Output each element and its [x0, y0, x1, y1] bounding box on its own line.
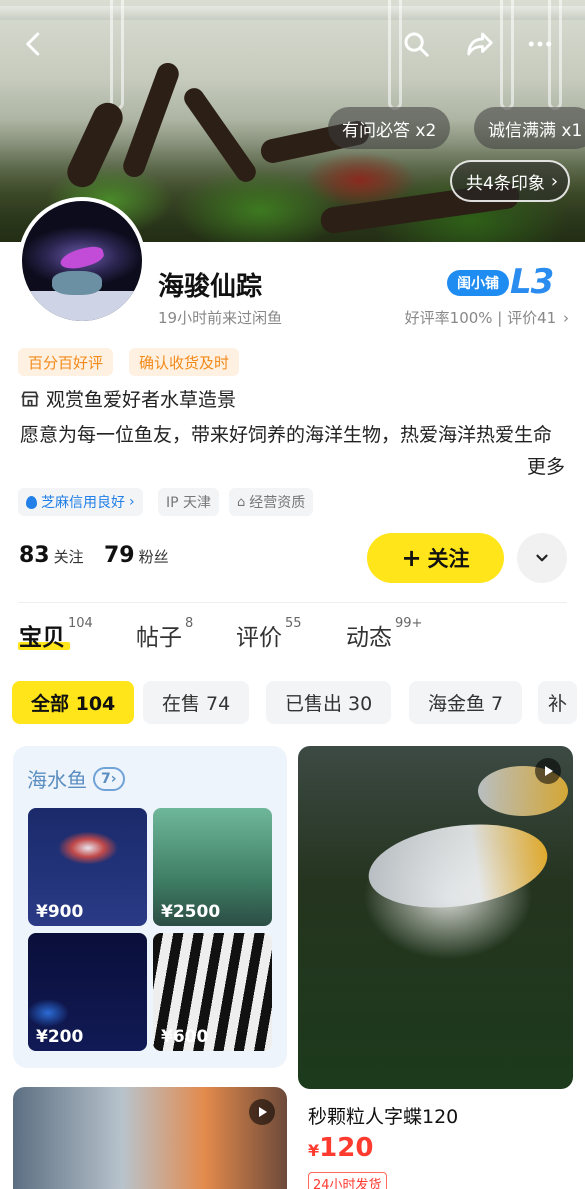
- tank-pipe: [500, 0, 514, 110]
- tab-label: 动态: [346, 625, 392, 651]
- tab-items[interactable]: 宝贝 104: [19, 616, 93, 652]
- collection-count-value: 7: [101, 770, 111, 787]
- chevron-down-icon: [536, 554, 548, 562]
- following-stat[interactable]: 83 关注: [19, 543, 84, 568]
- impression-chip[interactable]: 诚信满满 x1: [474, 107, 585, 149]
- chevron-right-icon: ›: [550, 170, 559, 192]
- fish-shape: [363, 813, 553, 919]
- filter-sea-goldfish[interactable]: 海金鱼 7: [409, 681, 523, 724]
- collection-title: 海水鱼: [27, 768, 87, 792]
- followers-label: 粉丝: [138, 548, 169, 566]
- product-image[interactable]: [298, 746, 573, 1089]
- intro-title-text: 观赏鱼爱好者水草造景: [46, 389, 237, 411]
- tab-label: 评价: [236, 625, 282, 651]
- collection-card[interactable]: 海水鱼 7 › ¥900 ¥2500 ¥200 ¥600: [13, 746, 287, 1068]
- filter-on-sale[interactable]: 在售 74: [143, 681, 250, 724]
- chevron-right-icon: ›: [129, 494, 135, 510]
- shop-name: 海骏仙踪: [158, 272, 263, 302]
- shop-level-badge[interactable]: L3: [510, 262, 554, 302]
- collection-item[interactable]: ¥600: [153, 933, 272, 1051]
- filter-more[interactable]: 补: [538, 681, 578, 724]
- item-price: ¥200: [36, 1027, 84, 1047]
- impressions-button[interactable]: 共4条印象 ›: [450, 160, 571, 202]
- avatar-image: [22, 201, 142, 321]
- price-value: 120: [319, 1133, 374, 1163]
- following-count: 83: [19, 543, 50, 568]
- video-play-icon: [535, 758, 561, 784]
- store-icon: ⌂: [237, 494, 246, 510]
- shop-intro-body: 愿意为每一位鱼友，带来好饲养的海洋生物，热爱海洋热爱生命: [20, 424, 553, 446]
- item-price: ¥600: [161, 1027, 209, 1047]
- tank-frame: [0, 6, 585, 20]
- shop-badge[interactable]: 闺小铺: [447, 270, 509, 296]
- divider: [18, 602, 567, 603]
- shop-tag: 百分百好评: [18, 348, 114, 376]
- follow-button-label: 关注: [427, 547, 470, 571]
- intro-more-link[interactable]: 更多: [527, 452, 565, 479]
- expand-button[interactable]: [517, 533, 567, 583]
- more-dots-icon[interactable]: [522, 26, 558, 62]
- back-arrow-icon[interactable]: [16, 26, 52, 62]
- chevron-right-icon: ›: [110, 770, 117, 787]
- filter-sold[interactable]: 已售出 30: [266, 681, 392, 724]
- tab-label: 帖子: [136, 625, 182, 651]
- sesame-credit-label: 芝麻信用良好: [41, 495, 125, 511]
- video-play-icon: [249, 1099, 275, 1125]
- shop-tag: 确认收货及时: [129, 348, 240, 376]
- followers-count: 79: [104, 543, 135, 568]
- item-price: ¥2500: [161, 902, 221, 922]
- tab-count: 8: [185, 616, 194, 631]
- shop-avatar[interactable]: [18, 197, 146, 325]
- tab-count: 99+: [395, 616, 423, 631]
- follow-button[interactable]: + 关注: [367, 533, 504, 583]
- tab-posts[interactable]: 帖子 8: [136, 616, 194, 652]
- product-title[interactable]: 秒颗粒人字蝶120: [308, 1102, 458, 1129]
- shipping-tag: 24小时发货: [308, 1172, 387, 1189]
- share-icon[interactable]: [462, 26, 498, 62]
- collection-count: 7 ›: [93, 766, 125, 791]
- ip-location-chip: IP 天津: [158, 488, 220, 516]
- tab-label: 宝贝: [19, 625, 65, 651]
- impressions-label: 共4条印象: [466, 173, 545, 194]
- filter-all[interactable]: 全部 104: [12, 681, 135, 724]
- last-seen-text: 19小时前来过闲鱼: [158, 309, 283, 327]
- business-qualification-chip[interactable]: ⌂ 经营资质: [229, 488, 314, 516]
- store-icon: [21, 391, 39, 406]
- collection-item[interactable]: ¥900: [28, 808, 147, 926]
- tab-count: 104: [68, 616, 93, 631]
- price-currency: ¥: [308, 1141, 320, 1160]
- product-price: ¥ 120: [308, 1133, 373, 1163]
- sesame-credit-chip[interactable]: 芝麻信用良好 ›: [18, 488, 143, 516]
- collection-item[interactable]: ¥200: [28, 933, 147, 1051]
- search-icon[interactable]: [398, 26, 434, 62]
- product-image[interactable]: [13, 1087, 287, 1189]
- shop-intro-title: 观赏鱼爱好者水草造景: [20, 385, 236, 412]
- tab-activity[interactable]: 动态 99+: [346, 616, 423, 652]
- tab-reviews[interactable]: 评价 55: [236, 616, 302, 652]
- rating-text: 好评率100% | 评价41: [404, 309, 557, 327]
- item-price: ¥900: [36, 902, 84, 922]
- rating-summary[interactable]: 好评率100% | 评价41 ›: [405, 307, 569, 328]
- sesame-drop-icon: [26, 495, 37, 509]
- followers-stat[interactable]: 79 粉丝: [104, 543, 169, 568]
- collection-item[interactable]: ¥2500: [153, 808, 272, 926]
- tank-pipe: [110, 0, 124, 110]
- impression-chip[interactable]: 有问必答 x2: [328, 107, 451, 149]
- collection-header: 海水鱼 7 ›: [27, 764, 125, 793]
- following-label: 关注: [53, 548, 84, 566]
- business-qualification-label: 经营资质: [249, 495, 306, 511]
- tab-count: 55: [285, 616, 302, 631]
- chevron-right-icon: ›: [563, 309, 569, 327]
- plus-icon: +: [401, 544, 422, 572]
